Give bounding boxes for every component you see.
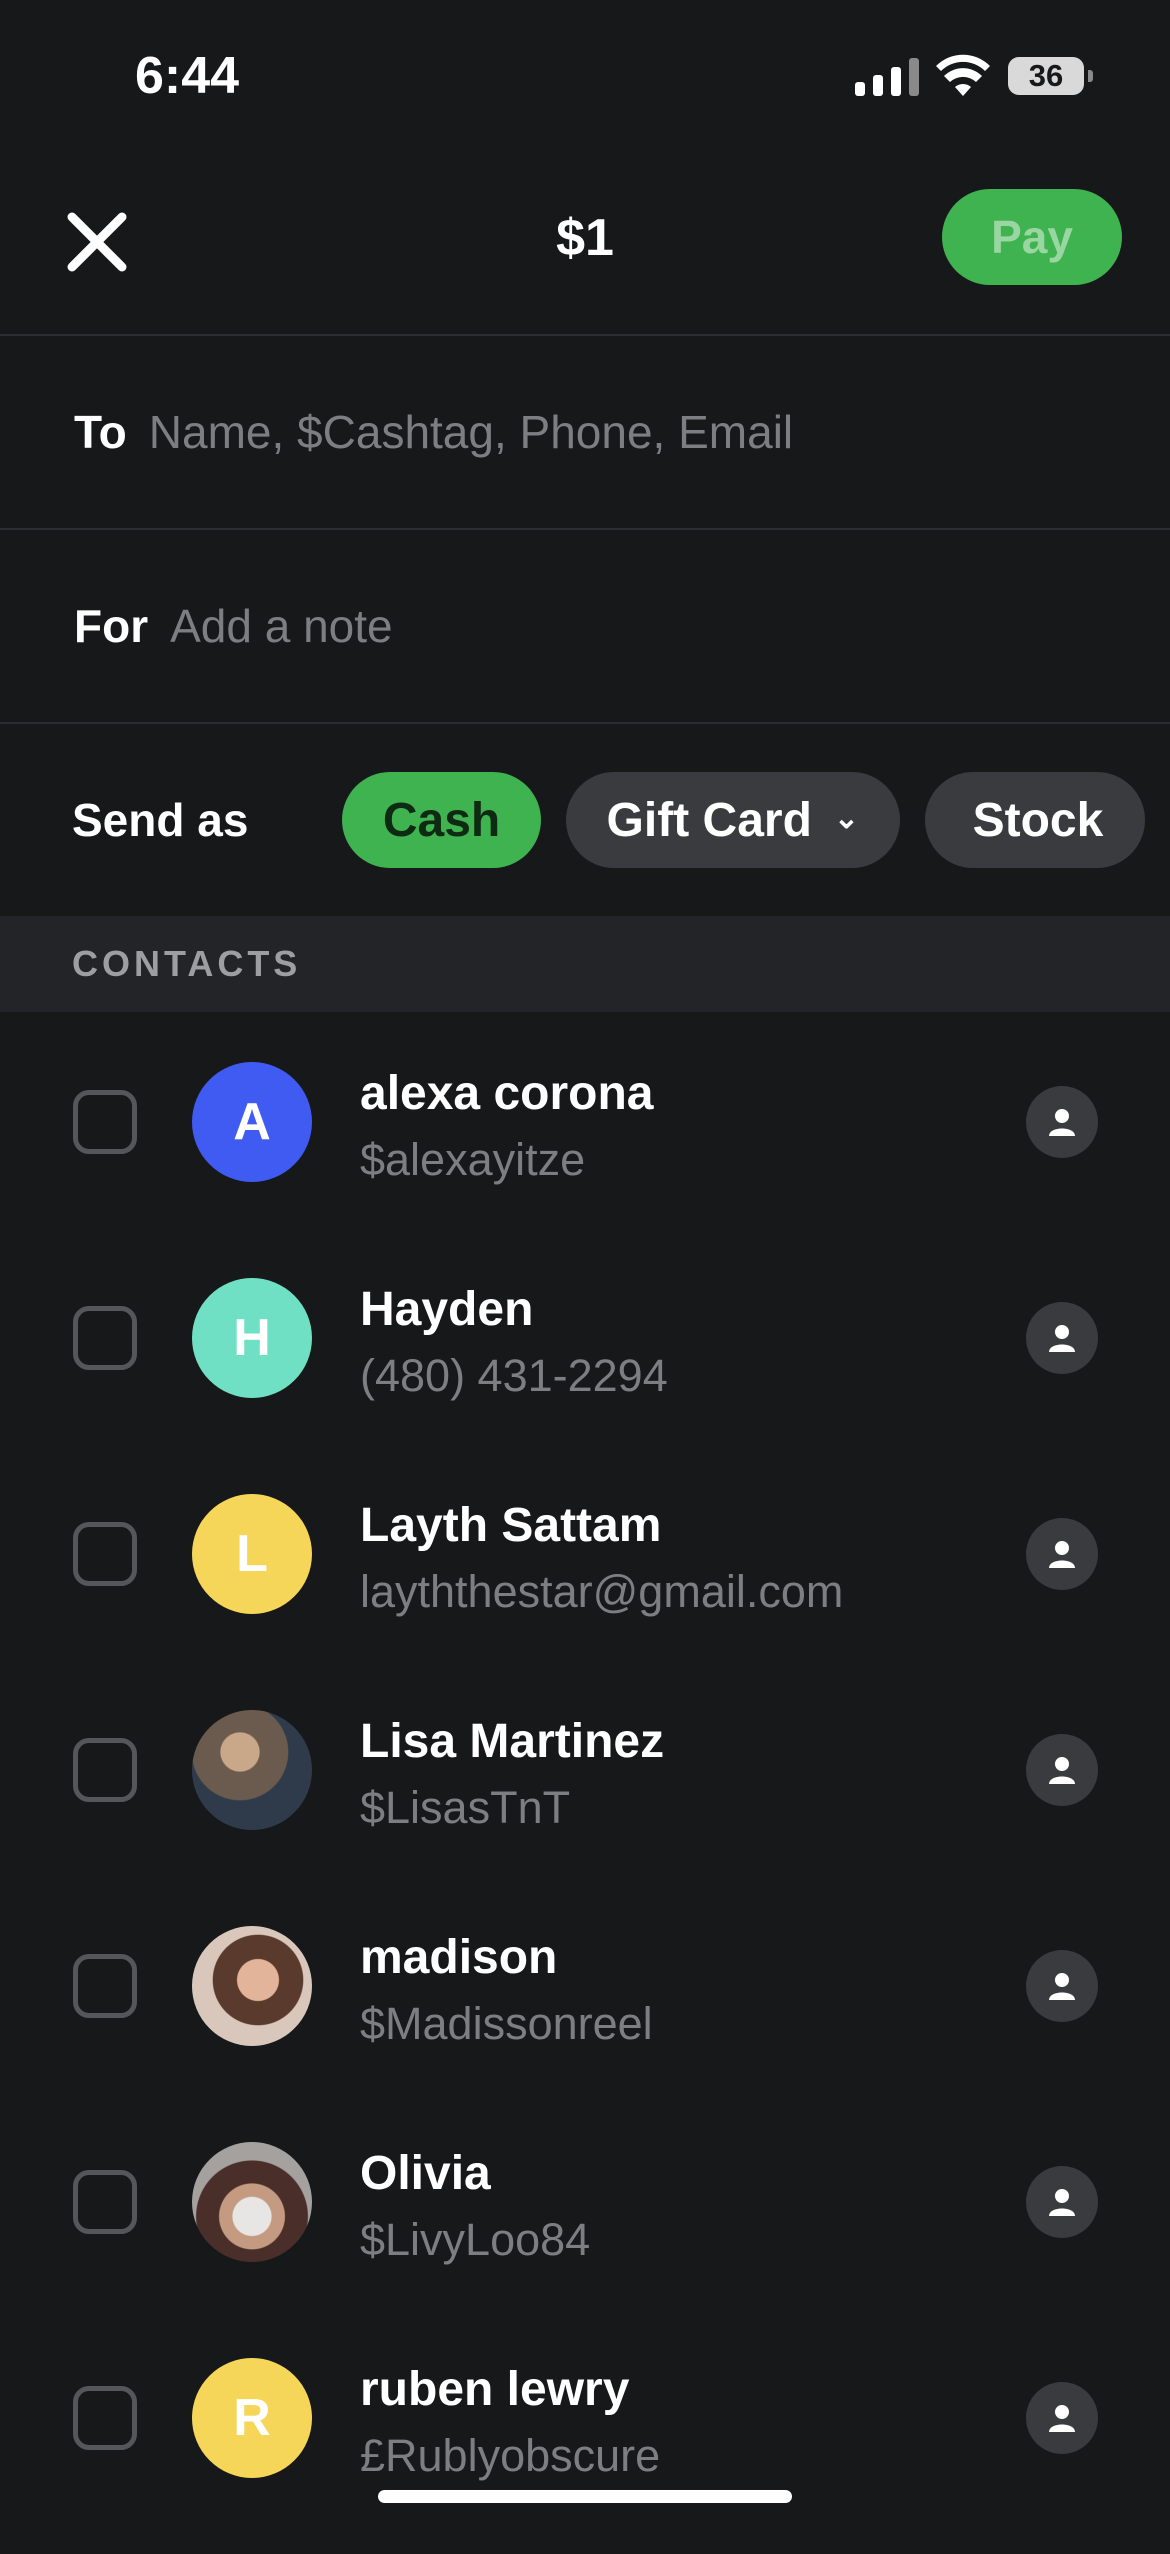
contact-phone: (480) 431-2294 bbox=[360, 1350, 668, 1401]
contact-row[interactable]: L Layth Sattam layththestar@gmail.com bbox=[0, 1474, 1170, 1690]
select-checkbox[interactable] bbox=[73, 2386, 137, 2450]
avatar-photo bbox=[192, 1710, 312, 1830]
contact-name: alexa corona bbox=[360, 1067, 654, 1120]
contact-name: Lisa Martinez bbox=[360, 1715, 665, 1768]
select-checkbox[interactable] bbox=[73, 1954, 137, 2018]
chevron-down-icon: ⌄ bbox=[833, 801, 860, 835]
contact-profile-icon[interactable] bbox=[1026, 2166, 1098, 2238]
contact-name: ruben lewry bbox=[360, 2363, 630, 2416]
recipient-field[interactable]: To Name, $Cashtag, Phone, Email bbox=[0, 336, 1170, 530]
home-indicator[interactable] bbox=[378, 2490, 792, 2503]
avatar: A bbox=[192, 1062, 312, 1182]
contact-profile-icon[interactable] bbox=[1026, 1302, 1098, 1374]
status-bar: 6:44 36 bbox=[0, 0, 1170, 150]
contact-profile-icon[interactable] bbox=[1026, 1734, 1098, 1806]
payment-header: $1 Pay bbox=[0, 150, 1170, 336]
contact-name: Olivia bbox=[360, 2147, 491, 2200]
to-label: To bbox=[74, 406, 127, 458]
contact-row[interactable]: R ruben lewry £Rublyobscure bbox=[0, 2338, 1170, 2554]
send-as-stock-button[interactable]: Stock bbox=[924, 772, 1146, 868]
avatar: H bbox=[192, 1278, 312, 1398]
select-checkbox[interactable] bbox=[73, 1306, 137, 1370]
status-time: 6:44 bbox=[135, 47, 240, 105]
contact-row[interactable]: H Hayden (480) 431-2294 bbox=[0, 1258, 1170, 1474]
cellular-signal-icon bbox=[855, 58, 919, 96]
contacts-heading: CONTACTS bbox=[72, 943, 302, 984]
cash-label: Cash bbox=[382, 793, 501, 847]
send-as-gift-card-button[interactable]: Gift Card ⌄ bbox=[566, 772, 900, 868]
avatar-photo bbox=[192, 2142, 312, 2262]
gift-card-label: Gift Card bbox=[606, 793, 812, 847]
avatar: R bbox=[192, 2358, 312, 2478]
select-checkbox[interactable] bbox=[73, 1522, 137, 1586]
note-field[interactable]: For Add a note bbox=[0, 530, 1170, 724]
send-as-row: Send as Cash Gift Card ⌄ Stock bbox=[0, 724, 1170, 918]
battery-icon: 36 bbox=[1008, 57, 1093, 95]
contact-email: layththestar@gmail.com bbox=[360, 1566, 844, 1617]
contact-handle: $Madissonreel bbox=[360, 1998, 653, 2049]
send-as-cash-button[interactable]: Cash bbox=[342, 772, 542, 868]
contact-name: Layth Sattam bbox=[360, 1499, 662, 1552]
contact-row[interactable]: Lisa Martinez $LisasTnT bbox=[0, 1690, 1170, 1906]
recipient-input[interactable]: Name, $Cashtag, Phone, Email bbox=[149, 405, 793, 459]
select-checkbox[interactable] bbox=[73, 1090, 137, 1154]
for-label: For bbox=[74, 600, 149, 652]
contact-profile-icon[interactable] bbox=[1026, 1518, 1098, 1590]
contact-handle: $LisasTnT bbox=[360, 1782, 571, 1833]
contact-profile-icon[interactable] bbox=[1026, 1950, 1098, 2022]
contact-profile-icon[interactable] bbox=[1026, 2382, 1098, 2454]
contact-profile-icon[interactable] bbox=[1026, 1086, 1098, 1158]
pay-button[interactable]: Pay bbox=[942, 189, 1122, 285]
contacts-section-header: CONTACTS bbox=[0, 916, 1170, 1012]
contact-row[interactable]: Olivia $LivyLoo84 bbox=[0, 2122, 1170, 2338]
contact-handle: $LivyLoo84 bbox=[360, 2214, 591, 2265]
contact-name: Hayden bbox=[360, 1283, 534, 1336]
select-checkbox[interactable] bbox=[73, 1738, 137, 1802]
avatar: L bbox=[192, 1494, 312, 1614]
contact-row[interactable]: madison $Madissonreel bbox=[0, 1906, 1170, 2122]
stock-label: Stock bbox=[972, 793, 1104, 847]
contact-handle: $alexayitze bbox=[360, 1134, 586, 1185]
note-input[interactable]: Add a note bbox=[170, 599, 393, 653]
select-checkbox[interactable] bbox=[73, 2170, 137, 2234]
contact-handle: £Rublyobscure bbox=[360, 2430, 661, 2481]
send-as-label: Send as bbox=[72, 794, 249, 846]
contact-name: madison bbox=[360, 1931, 558, 1984]
avatar-photo bbox=[192, 1926, 312, 2046]
contact-row[interactable]: A alexa corona $alexayitze bbox=[0, 1042, 1170, 1258]
wifi-icon bbox=[936, 54, 990, 96]
